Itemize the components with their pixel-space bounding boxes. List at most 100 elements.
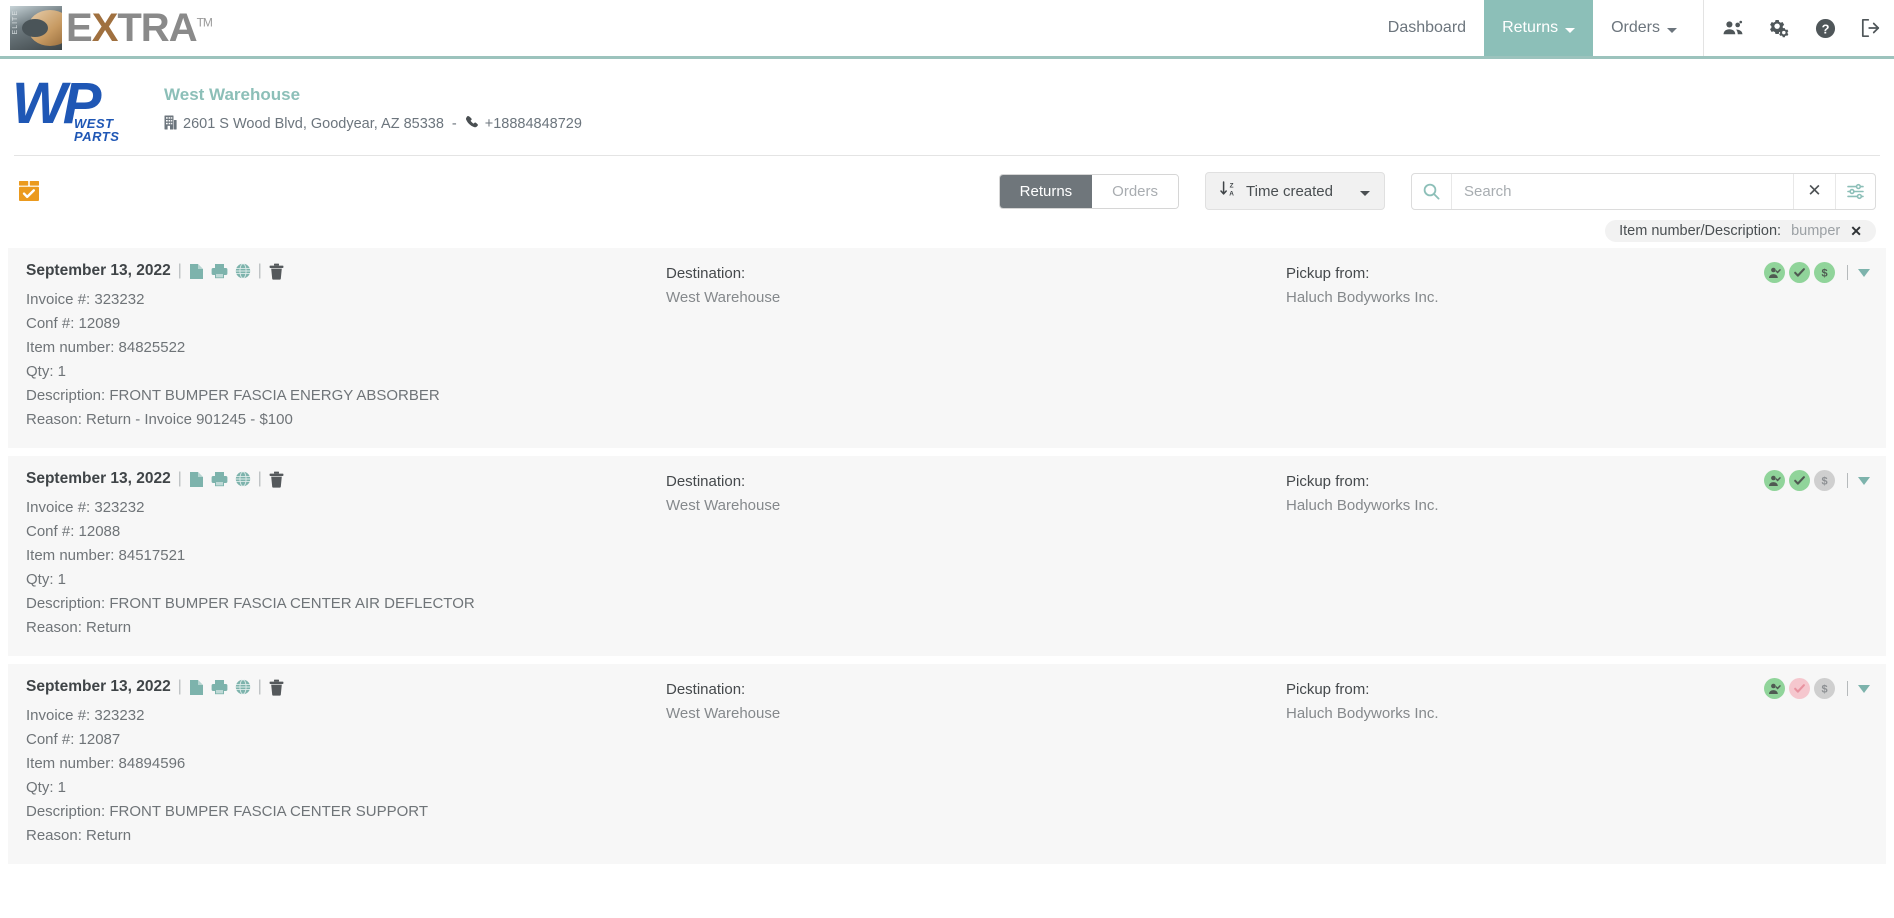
trash-icon[interactable]: [269, 263, 284, 280]
west-parts-logo-subtext: WEST PARTS: [74, 117, 119, 143]
destination-value: West Warehouse: [666, 497, 781, 514]
logout-icon[interactable]: [1848, 0, 1894, 58]
confirmation-number: Conf #: 12087: [26, 731, 121, 748]
search-icon: [1412, 173, 1452, 209]
trademark-symbol: TM: [196, 15, 213, 30]
return-reason: Reason: Return: [26, 827, 132, 844]
destination-label: Destination:: [666, 473, 746, 490]
return-card[interactable]: September 13, 2022 | | Invoice #: 323232…: [8, 664, 1886, 864]
badge-separator: [1847, 681, 1848, 696]
remove-filter-icon[interactable]: ✕: [1850, 223, 1862, 240]
chevron-down-icon: [1667, 27, 1677, 33]
dollar-icon[interactable]: $: [1814, 678, 1835, 699]
elite-logo-text: ELITE: [12, 10, 19, 35]
header-separator: |: [177, 262, 182, 279]
item-description: Description: FRONT BUMPER FASCIA CENTER …: [26, 803, 429, 820]
return-card-header: September 13, 2022 | |: [26, 678, 666, 696]
quantity: Qty: 1: [26, 779, 67, 796]
trash-icon[interactable]: [269, 471, 284, 488]
toggle-orders-button[interactable]: Orders: [1092, 174, 1179, 208]
phone-icon: [465, 115, 479, 133]
dollar-icon[interactable]: $: [1814, 470, 1835, 491]
pickup-column: Pickup from: Haluch Bodyworks Inc.: [1286, 262, 1870, 432]
item-number: Item number: 84517521: [26, 547, 186, 564]
contact-separator: -: [451, 116, 457, 132]
destination-column: Destination: West Warehouse: [666, 678, 1286, 848]
help-icon[interactable]: ?: [1802, 0, 1848, 58]
card-actions-chevron-down-icon[interactable]: [1858, 684, 1870, 693]
check-icon[interactable]: [1789, 678, 1810, 699]
pickup-column: Pickup from: Haluch Bodyworks Inc.: [1286, 470, 1870, 640]
return-date: September 13, 2022: [26, 678, 171, 695]
navbar-icon-group: ?: [1703, 0, 1894, 56]
search-input[interactable]: [1452, 182, 1793, 200]
document-icon[interactable]: [189, 263, 204, 280]
chevron-down-icon: [1565, 27, 1576, 33]
filter-settings-icon[interactable]: [1835, 173, 1875, 209]
document-icon[interactable]: [189, 679, 204, 696]
user-check-icon[interactable]: [1764, 678, 1785, 699]
sort-dropdown[interactable]: Z A Time created: [1205, 172, 1385, 210]
warehouse-address: 2601 S Wood Blvd, Goodyear, AZ 85338: [183, 116, 444, 132]
return-card[interactable]: September 13, 2022 | | Invoice #: 323232…: [8, 456, 1886, 656]
filter-chip-label: Item number/Description:: [1619, 223, 1782, 239]
return-card-details: September 13, 2022 | | Invoice #: 323232…: [26, 470, 666, 640]
quantity: Qty: 1: [26, 363, 67, 380]
returns-list: September 13, 2022 | | Invoice #: 323232…: [0, 248, 1894, 864]
globe-icon[interactable]: [235, 471, 251, 487]
sort-dropdown-label: Time created: [1246, 182, 1333, 200]
return-card-details: September 13, 2022 | | Invoice #: 323232…: [26, 262, 666, 432]
nav-link-returns[interactable]: Returns: [1484, 0, 1594, 56]
list-toolbar: Returns Orders Z A Time created Search ✕: [0, 156, 1894, 212]
globe-icon[interactable]: [235, 679, 251, 695]
logo-swoosh: [22, 10, 62, 46]
svg-text:$: $: [1821, 267, 1827, 279]
app-logo-text: EXTRATM: [66, 6, 213, 50]
trash-icon[interactable]: [269, 679, 284, 696]
gear-icon[interactable]: [1756, 0, 1802, 58]
return-card[interactable]: September 13, 2022 | | Invoice #: 323232…: [8, 248, 1886, 448]
active-filters-row: Item number/Description: bumper ✕: [0, 212, 1894, 248]
toggle-returns-button[interactable]: Returns: [999, 174, 1093, 208]
nav-link-returns-label: Returns: [1502, 19, 1559, 36]
nav-link-dashboard[interactable]: Dashboard: [1370, 0, 1484, 56]
globe-icon[interactable]: [235, 263, 251, 279]
invoice-number: Invoice #: 323232: [26, 707, 145, 724]
users-icon[interactable]: [1710, 0, 1756, 58]
filter-chip-item-description[interactable]: Item number/Description: bumper ✕: [1605, 220, 1876, 242]
user-check-icon[interactable]: [1764, 470, 1785, 491]
clear-search-icon[interactable]: ✕: [1793, 173, 1835, 209]
item-number: Item number: 84825522: [26, 339, 186, 356]
elite-logo-mark: ELITE: [10, 6, 62, 50]
warehouse-phone: +18884848729: [484, 116, 582, 132]
document-icon[interactable]: [189, 471, 204, 488]
return-date: September 13, 2022: [26, 262, 171, 279]
quantity: Qty: 1: [26, 571, 67, 588]
card-actions-chevron-down-icon[interactable]: [1858, 476, 1870, 485]
print-icon[interactable]: [211, 471, 228, 487]
card-actions-chevron-down-icon[interactable]: [1858, 268, 1870, 277]
logo-letters-tra: TRA: [117, 6, 197, 50]
check-icon[interactable]: [1789, 470, 1810, 491]
return-card-header: September 13, 2022 | |: [26, 470, 666, 488]
warehouse-info: West Warehouse 2601 S Wood Blvd, Goodyea…: [164, 85, 582, 134]
pickup-column: Pickup from: Haluch Bodyworks Inc.: [1286, 678, 1870, 848]
search-bar: ✕: [1411, 172, 1876, 210]
check-icon[interactable]: [1789, 262, 1810, 283]
destination-label: Destination:: [666, 681, 746, 698]
dollar-icon[interactable]: $: [1814, 262, 1835, 283]
sort-descending-icon: Z A: [1220, 181, 1237, 201]
print-icon[interactable]: [211, 263, 228, 279]
toolbar-controls: Returns Orders Z A Time created Search ✕: [998, 172, 1876, 210]
user-check-icon[interactable]: [1764, 262, 1785, 283]
invoice-number: Invoice #: 323232: [26, 291, 145, 308]
badge-separator: [1847, 473, 1848, 488]
item-description: Description: FRONT BUMPER FASCIA CENTER …: [26, 595, 475, 612]
destination-value: West Warehouse: [666, 705, 781, 722]
app-logo[interactable]: ELITE EXTRATM: [0, 0, 213, 56]
package-check-icon[interactable]: [18, 180, 40, 202]
return-date: September 13, 2022: [26, 470, 171, 487]
destination-column: Destination: West Warehouse: [666, 262, 1286, 432]
print-icon[interactable]: [211, 679, 228, 695]
nav-link-orders[interactable]: Orders: [1593, 0, 1695, 56]
